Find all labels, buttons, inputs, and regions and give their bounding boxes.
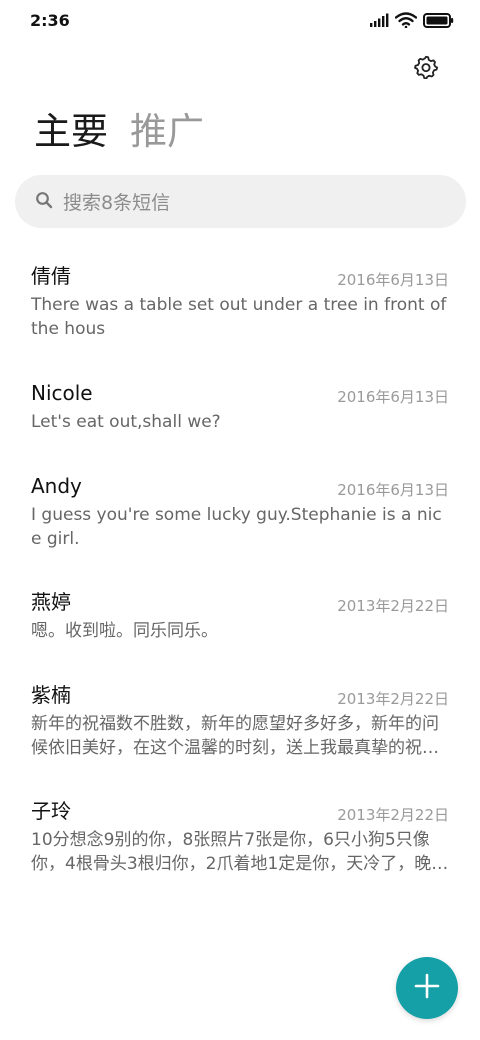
status-icons	[369, 12, 454, 28]
message-date: 2013年2月22日	[337, 597, 449, 615]
battery-icon	[423, 12, 454, 28]
message-date: 2016年6月13日	[337, 388, 449, 406]
message-date: 2013年2月22日	[337, 690, 449, 708]
message-preview: There was a table set out under a tree i…	[31, 295, 447, 339]
status-bar: 2:36	[0, 0, 480, 40]
message-preview: 嗯。收到啦。同乐同乐。	[31, 621, 218, 641]
conversation-item[interactable]: Andy 2016年6月13日 I guess you're some luck…	[0, 465, 480, 581]
status-time: 2:36	[30, 11, 70, 30]
conversation-item[interactable]: Nicole 2016年6月13日 Let's eat out,shall we…	[0, 372, 480, 465]
conversation-item[interactable]: 子玲 2013年2月22日 10分想念9别的你，8张照片7张是你，6只小狗5只像…	[0, 790, 480, 906]
conversation-item[interactable]: 燕婷 2013年2月22日 嗯。收到啦。同乐同乐。	[0, 581, 480, 674]
settings-button[interactable]	[412, 55, 440, 83]
wifi-icon	[395, 12, 417, 28]
message-preview: I guess you're some lucky guy.Stephanie …	[31, 505, 442, 549]
signal-icon	[369, 13, 389, 27]
tab-primary[interactable]: 主要	[34, 110, 108, 154]
message-preview: 新年的祝福数不胜数，新年的愿望好多好多，新年的问候依旧美好，在这个温馨的时刻，送…	[31, 714, 439, 758]
gear-icon	[414, 55, 438, 83]
tab-bar: 主要 推广	[34, 110, 204, 156]
tab-promotions[interactable]: 推广	[130, 110, 204, 154]
message-preview: 10分想念9别的你，8张照片7张是你，6只小狗5只像你，4根骨头3根归你，2爪着…	[31, 830, 449, 874]
conversation-item[interactable]: 紫楠 2013年2月22日 新年的祝福数不胜数，新年的愿望好多好多，新年的问候依…	[0, 674, 480, 790]
conversation-item[interactable]: 倩倩 2016年6月13日 There was a table set out …	[0, 255, 480, 372]
message-preview: Let's eat out,shall we?	[31, 412, 221, 432]
message-date: 2013年2月22日	[337, 806, 449, 824]
message-date: 2016年6月13日	[337, 481, 449, 499]
search-icon	[35, 191, 53, 213]
new-message-button[interactable]	[396, 957, 458, 1019]
message-date: 2016年6月13日	[337, 271, 449, 289]
search-bar[interactable]: 搜索8条短信	[15, 175, 466, 228]
conversation-list: 倩倩 2016年6月13日 There was a table set out …	[0, 255, 480, 906]
search-input[interactable]: 搜索8条短信	[63, 188, 170, 215]
plus-icon	[414, 973, 440, 1003]
